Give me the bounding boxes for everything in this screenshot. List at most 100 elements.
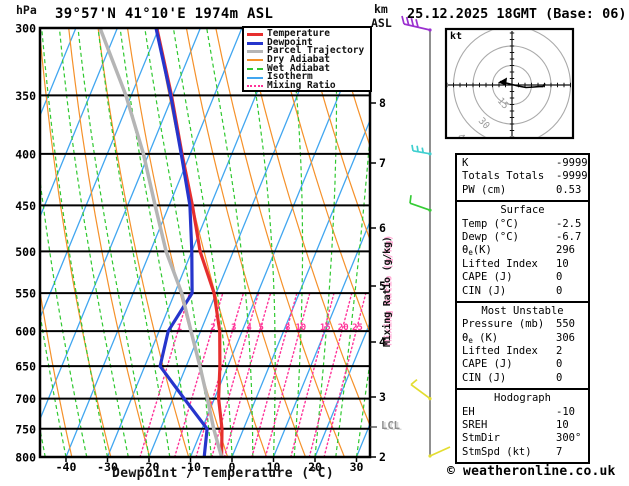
table-row: PW (cm) 0.53 (457, 184, 588, 197)
table-row: Dewp (°C) -6.7 (457, 231, 588, 244)
svg-text:750: 750 (15, 422, 36, 436)
legend-swatch (247, 59, 263, 62)
svg-text:-40: -40 (56, 460, 77, 474)
table-row-value: 550 (556, 318, 575, 331)
legend-swatch (247, 32, 263, 36)
hodograph-unit-label: kt (450, 31, 463, 42)
table-row: CIN (J) 0 (457, 372, 588, 385)
svg-text:25: 25 (352, 323, 363, 333)
legend: Temperature Dewpoint Parcel Trajectory Dry … (242, 26, 372, 92)
svg-text:8: 8 (379, 96, 386, 110)
table-section-header: Surface (500, 204, 545, 217)
wind-barb (411, 144, 432, 156)
table-row-label: StmDir (462, 432, 500, 445)
svg-text:550: 550 (15, 287, 36, 301)
legend-swatch (247, 85, 263, 88)
svg-text:500: 500 (15, 245, 36, 259)
table-row-label: θe (K) (462, 331, 499, 345)
table-row: Temp (°C) -2.5 (457, 218, 588, 231)
sounding-page: { "header": { "pressure_unit": "hPa", "s… (0, 0, 629, 486)
table-row-value: 0 (556, 371, 563, 384)
table-row-value: -9999 (556, 157, 588, 169)
table-row: θe(K) 296 (457, 244, 588, 257)
table-row-label: Pressure (mb) (462, 318, 545, 331)
table-row: CAPE (J) 0 (457, 271, 588, 284)
svg-text:30: 30 (350, 460, 364, 474)
wind-barb (410, 378, 432, 401)
svg-text:3: 3 (379, 390, 386, 404)
parcel-trajectory-curve (98, 28, 224, 457)
table-row-value: -6.7 (556, 230, 582, 243)
asl-unit-label: ASL (371, 16, 392, 30)
wind-barb (409, 195, 432, 212)
table-section: K -9999 Totals Totals -9999 PW (cm) 0.53 (457, 155, 588, 200)
svg-text:300: 300 (15, 22, 36, 36)
table-row: Totals Totals -9999 (457, 170, 588, 183)
x-axis-label: Dewpoint / Temperature (°C) (112, 466, 335, 481)
table-row-label: K (462, 157, 469, 169)
table-row: Lifted Index 2 (457, 345, 588, 358)
table-row-label: Dewp (°C) (462, 230, 519, 243)
legend-swatch (247, 41, 263, 45)
table-section: Most Unstable Pressure (mb) 550 θe (K) 306 Li… (457, 300, 588, 388)
svg-text:450: 450 (15, 199, 36, 213)
table-row-value: 7 (556, 445, 563, 458)
svg-text:1: 1 (177, 323, 182, 333)
svg-text:8: 8 (285, 323, 290, 333)
svg-text:20: 20 (338, 323, 349, 333)
table-row-value: 2 (556, 345, 563, 358)
svg-text:5: 5 (258, 323, 263, 333)
table-row-label: EH (462, 405, 475, 418)
table-row: StmDir 300° (457, 432, 588, 445)
table-row: CIN (J) 0 (457, 285, 588, 298)
table-row-value: 306 (556, 331, 575, 344)
table-row-label: θe(K) (462, 244, 492, 258)
table-row: K -9999 (457, 157, 588, 170)
svg-text:700: 700 (15, 392, 36, 406)
table-row: EH -10 (457, 406, 588, 419)
table-row-value: -2.5 (556, 217, 582, 230)
table-row-label: PW (cm) (462, 183, 507, 196)
info-table: K -9999 Totals Totals -9999 PW (cm) 0.53 Surfa… (455, 153, 590, 465)
table-row-value: 0 (556, 358, 563, 371)
legend-swatch (247, 50, 263, 54)
svg-text:400: 400 (15, 147, 36, 161)
table-row-label: CAPE (J) (462, 358, 513, 371)
table-row: StmSpd (kt) 7 (457, 446, 588, 459)
pressure-labels: 300 350 400 450 500 550 600 650 700 750 800 (15, 22, 36, 465)
lcl-label: LCL (381, 420, 400, 432)
km-unit-label: km (374, 2, 388, 16)
copyright: © weatheronline.co.uk (447, 464, 616, 479)
table-row-value: -10 (556, 405, 575, 418)
svg-text:650: 650 (15, 360, 36, 374)
table-section: Hodograph EH -10 SREH 10 StmDir 300° StmSpd (kt… (457, 388, 588, 462)
table-section-header: Hodograph (494, 392, 551, 405)
legend-label: Mixing Ratio (267, 80, 336, 92)
temperature-curve (155, 28, 224, 457)
table-row-label: SREH (462, 419, 488, 432)
wind-barb (428, 446, 451, 458)
legend-swatch (247, 76, 263, 79)
svg-text:600: 600 (15, 325, 36, 339)
svg-text:4: 4 (246, 323, 252, 333)
table-row-label: Temp (°C) (462, 217, 519, 230)
pressure-unit-label: hPa (16, 3, 37, 17)
table-row-value: 10 (556, 419, 569, 432)
station-title: 39°57'N 41°10'E 1974m ASL (55, 6, 274, 22)
table-row: Pressure (mb) 550 (457, 318, 588, 331)
table-row-value: 0 (556, 271, 563, 284)
svg-text:15: 15 (320, 323, 331, 333)
datetime-title: 25.12.2025 18GMT (Base: 06) (407, 6, 627, 22)
table-row-value: 10 (556, 257, 569, 270)
table-row-label: CIN (J) (462, 284, 507, 297)
legend-item-mixing-ratio: Mixing Ratio (247, 80, 370, 92)
table-row: CAPE (J) 0 (457, 358, 588, 371)
table-row-label: CIN (J) (462, 371, 507, 384)
svg-text:2: 2 (379, 450, 386, 464)
table-row: Lifted Index 10 (457, 258, 588, 271)
table-row-value: 0.53 (556, 183, 582, 196)
svg-text:3: 3 (231, 323, 236, 333)
hodograph: 153045 (444, 27, 575, 140)
table-row-label: StmSpd (kt) (462, 445, 532, 458)
table-section: Surface Temp (°C) -2.5 Dewp (°C) -6.7 θe(K) 29… (457, 200, 588, 301)
